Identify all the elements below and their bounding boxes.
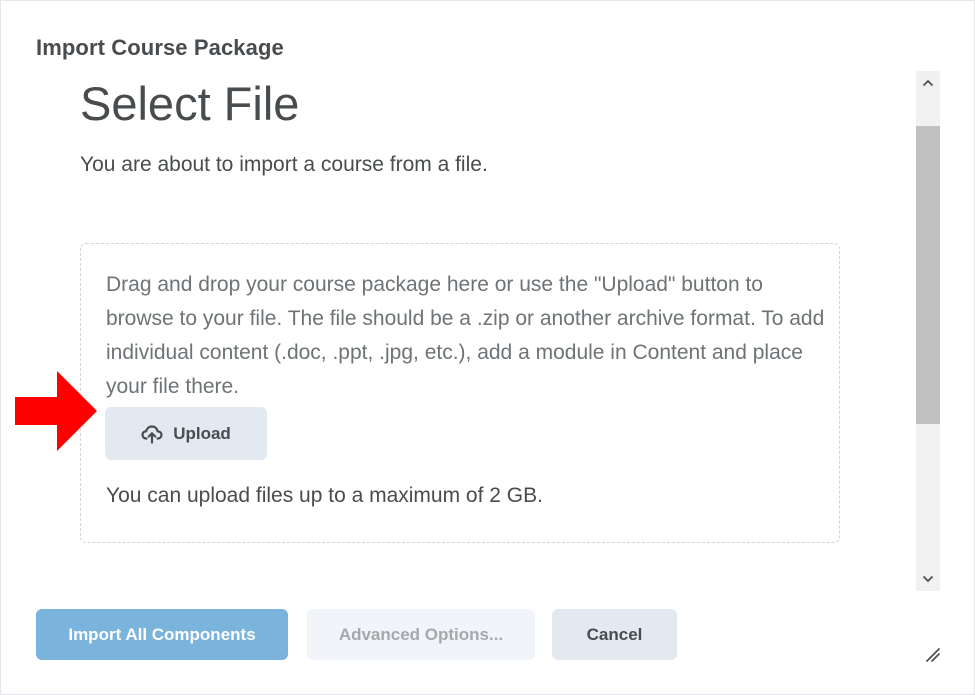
red-arrow-icon bbox=[15, 371, 97, 451]
resize-grip-icon[interactable] bbox=[921, 641, 943, 663]
dropzone-instructions: Drag and drop your course package here o… bbox=[106, 273, 825, 398]
intro-text: You are about to import a course from a … bbox=[80, 153, 488, 176]
chevron-up-icon bbox=[922, 79, 934, 87]
upload-button[interactable]: Upload bbox=[105, 407, 267, 460]
vertical-scrollbar[interactable] bbox=[916, 71, 940, 591]
file-dropzone[interactable]: Drag and drop your course package here o… bbox=[80, 243, 840, 543]
scroll-down-button[interactable] bbox=[916, 567, 940, 591]
scrollbar-thumb[interactable] bbox=[916, 126, 940, 424]
advanced-options-button[interactable]: Advanced Options... bbox=[307, 609, 535, 660]
upload-button-label: Upload bbox=[173, 423, 231, 443]
page-heading: Select File bbox=[80, 77, 300, 130]
dialog-content: Select File You are about to import a co… bbox=[1, 71, 913, 591]
dialog-title: Import Course Package bbox=[36, 35, 284, 60]
import-all-components-button[interactable]: Import All Components bbox=[36, 609, 288, 660]
cancel-button[interactable]: Cancel bbox=[552, 609, 677, 660]
import-course-dialog: Import Course Package Select File You ar… bbox=[0, 0, 975, 695]
chevron-down-icon bbox=[922, 575, 934, 583]
cloud-upload-icon bbox=[141, 424, 163, 444]
max-size-text: You can upload files up to a maximum of … bbox=[106, 484, 543, 507]
scroll-up-button[interactable] bbox=[916, 71, 940, 95]
